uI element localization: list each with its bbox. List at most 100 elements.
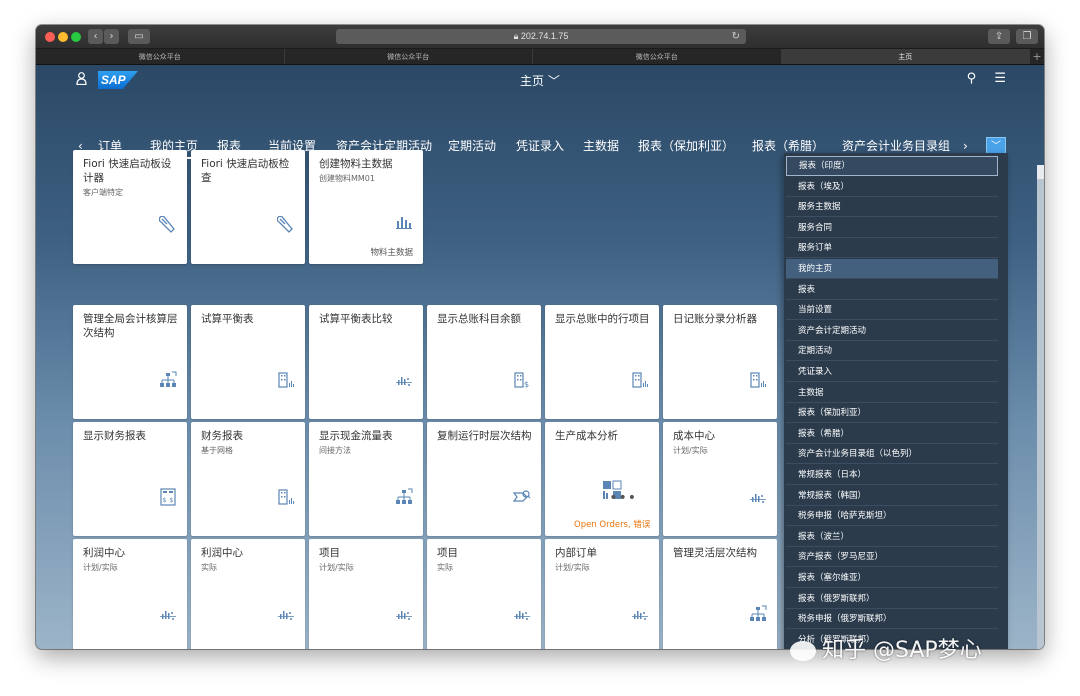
report-tile[interactable]: 项目 计划/实际 [309,539,423,649]
zoom-window-button[interactable] [71,32,81,42]
reload-icon[interactable]: ↻ [732,29,740,44]
report-tile[interactable]: 生产成本分析 ••• Open Orders, 错误 [545,422,659,536]
tile-title: 利润中心 [201,547,243,559]
tile-create-material[interactable]: 创建物料主数据 创建物料MM01 物料主数据 [309,150,423,264]
tile-title: 管理灵活层次结构 [673,547,757,559]
tile-subtitle: 创建物料MM01 [319,174,375,183]
report-tile[interactable]: 利润中心 实际 [191,539,305,649]
tile-warning: Open Orders, 错误 [574,520,651,530]
dropdown-item[interactable]: 服务订单 [786,238,998,259]
more-icon[interactable]: ••• [609,490,637,506]
dropdown-item[interactable]: 主数据 [786,383,998,403]
report-tile[interactable]: 日记账分录分析器 [663,305,777,419]
report-tile[interactable]: 复制运行时层次结构 [427,422,541,536]
minimize-window-button[interactable] [58,32,68,42]
tile-footer: 物料主数据 [370,248,413,258]
dropdown-item[interactable]: 报表（波兰） [786,527,998,547]
dropdown-item[interactable]: 资产报表（罗马尼亚） [786,547,998,568]
report-tile[interactable]: 管理灵活层次结构 [663,539,777,649]
new-tab-button[interactable]: + [1030,49,1044,64]
back-button[interactable]: ‹ [88,29,103,44]
tile-title: 项目 [437,547,458,559]
notifications-menu-icon[interactable]: ☰ [994,71,1006,86]
launchpad-page: SAP 主页 ﹀ ⚲ ☰ ‹ 订单 我的主页 报表 当前设置 资产会计定期活动 … [36,65,1044,649]
browser-tab-active[interactable]: 主页 [781,49,1030,64]
close-window-button[interactable] [45,32,55,42]
dropdown-item[interactable]: 常规报表（日本） [786,465,998,485]
tile-launchpad-check[interactable]: Fiori 快速启动板检查 [191,150,305,264]
building-chart-icon [750,372,766,388]
anchor-item[interactable]: 报表（保加利亚） [638,137,734,155]
sap-logo[interactable]: SAP [98,71,138,89]
browser-window: ‹ › ▭ 🔒︎ 202.74.1.75 ↻ ⇪ ❐ 微信公众平台 微信公众平台… [36,25,1044,649]
report-tile[interactable]: 试算平衡表比较 [309,305,423,419]
dropdown-item[interactable]: 税务申报（哈萨克斯坦） [786,506,998,527]
dropdown-item[interactable]: 税务申报（俄罗斯联邦） [786,609,998,630]
title-bar: ‹ › ▭ 🔒︎ 202.74.1.75 ↻ ⇪ ❐ [36,25,1044,49]
svg-text:$: $ [170,497,174,504]
dropdown-item[interactable]: 当前设置 [786,300,998,321]
tile-title: 试算平衡表比较 [319,313,393,325]
dropdown-item[interactable]: 报表（埃及） [786,177,998,197]
tile-title: 显示总账中的行项目 [555,313,650,325]
dropdown-item[interactable]: 资产会计定期活动 [786,321,998,341]
sidebar-toggle-icon[interactable]: ▭ [128,29,150,44]
tile-launchpad-designer[interactable]: Fiori 快速启动板设计器 客户端特定 [73,150,187,264]
copy-search-icon [513,490,531,502]
wrench-icon [159,216,175,233]
dropdown-item[interactable]: 常规报表（韩国） [786,486,998,506]
user-icon[interactable] [76,72,87,89]
tile-subtitle: 客户端特定 [83,188,123,197]
scatter-chart-icon [632,611,648,620]
dropdown-item[interactable]: 报表（印度） [786,156,998,176]
browser-tab[interactable]: 微信公众平台 [36,49,285,64]
anchor-item[interactable]: 主数据 [583,137,619,155]
dropdown-item[interactable]: 服务主数据 [786,197,998,218]
scatter-chart-icon [160,611,176,620]
dropdown-item[interactable]: 报表 [786,280,998,300]
tile-title: 管理全局会计核算层次结构 [83,313,178,339]
report-tile[interactable]: 财务报表 基于网格 [191,422,305,536]
browser-tab[interactable]: 微信公众平台 [285,49,533,64]
dropdown-item[interactable]: 服务合同 [786,218,998,238]
report-tile[interactable]: 试算平衡表 [191,305,305,419]
dropdown-item[interactable]: 报表（俄罗斯联邦） [786,589,998,609]
report-tile[interactable]: 显示总账中的行项目 [545,305,659,419]
tabs-overview-icon[interactable]: ❐ [1016,29,1038,44]
browser-tab[interactable]: 微信公众平台 [533,49,782,64]
report-tile[interactable]: 内部订单 计划/实际 [545,539,659,649]
search-icon[interactable]: ⚲ [967,71,977,86]
shell-title-menu[interactable]: 主页 ﹀ [520,72,560,89]
scatter-chart-icon [514,611,530,620]
dropdown-item[interactable]: 报表（保加利亚） [786,403,998,424]
lock-icon: 🔒︎ [513,31,521,41]
report-tile[interactable]: 显示总账科目余额 $ [427,305,541,419]
page-scrollbar[interactable] [1037,165,1044,649]
watermark-logo-icon [790,641,816,661]
dropdown-item[interactable]: 资产会计业务目录组（以色列） [786,444,998,465]
report-tile[interactable]: 项目 实际 [427,539,541,649]
watermark: 知乎 @SAP梦心 [790,632,982,664]
dropdown-item[interactable]: 我的主页 [786,259,998,279]
report-tile[interactable]: 成本中心 计划/实际 [663,422,777,536]
dropdown-item[interactable]: 报表（希腊） [786,424,998,444]
address-bar[interactable]: 🔒︎ 202.74.1.75 ↻ [336,29,746,44]
report-tile[interactable]: 显示财务报表 $ $ [73,422,187,536]
dropdown-item[interactable]: 报表（塞尔维亚） [786,568,998,588]
anchor-item[interactable]: 定期活动 [448,137,496,155]
report-tile[interactable]: 管理全局会计核算层次结构 [73,305,187,419]
forward-button[interactable]: › [104,29,119,44]
anchor-item[interactable]: 凭证录入 [516,137,564,155]
share-icon[interactable]: ⇪ [988,29,1010,44]
anchor-overflow-button[interactable]: ﹀ [986,137,1006,154]
hierarchy-icon [396,488,413,504]
dropdown-item[interactable]: 凭证录入 [786,362,998,382]
scrollbar-thumb[interactable] [1037,179,1044,649]
report-tile[interactable]: 利润中心 计划/实际 [73,539,187,649]
tile-subtitle: 计划/实际 [83,563,118,572]
tile-title: Fiori 快速启动板设计器 [83,158,172,184]
tile-title: 成本中心 [673,430,715,442]
dropdown-item[interactable]: 定期活动 [786,341,998,362]
report-tile[interactable]: 显示现金流量表 间接方法 [309,422,423,536]
building-dollar-icon: $ [514,372,529,389]
